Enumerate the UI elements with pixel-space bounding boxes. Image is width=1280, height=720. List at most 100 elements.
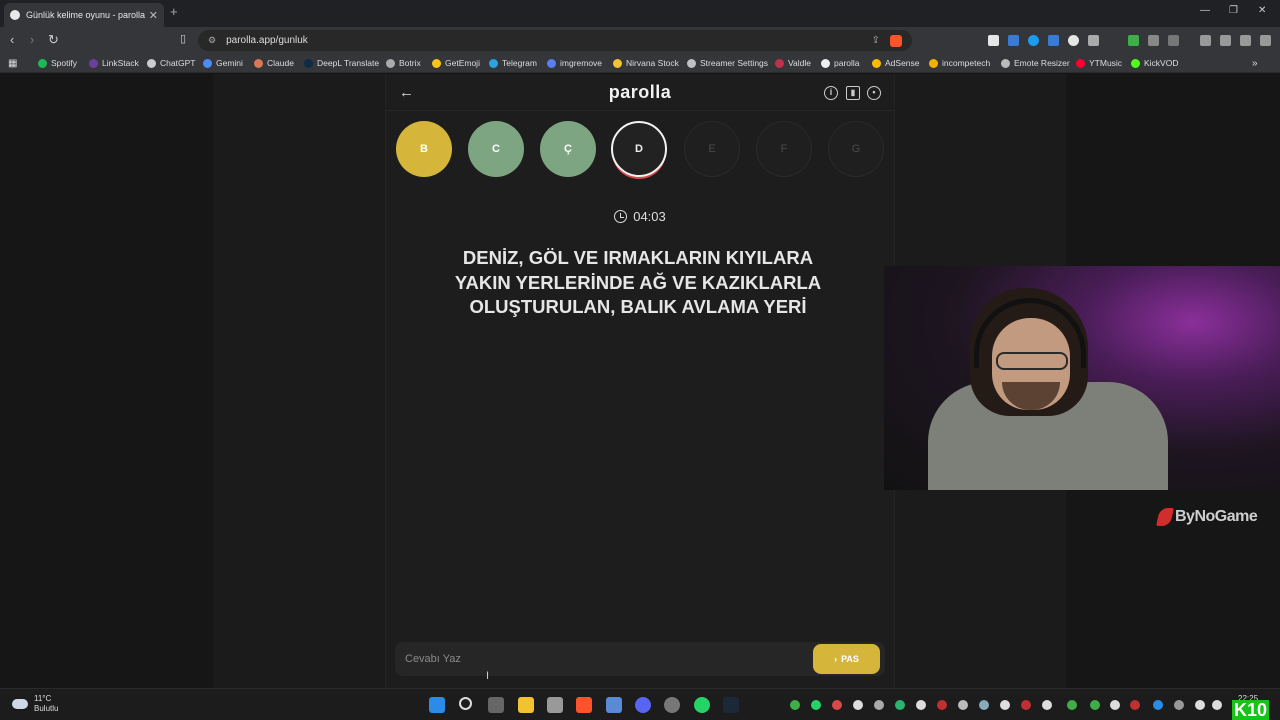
- timer-value: 04:03: [633, 209, 666, 224]
- pass-label: PAS: [841, 654, 859, 664]
- pass-button[interactable]: › PAS: [813, 644, 880, 674]
- share-icon[interactable]: ⇪: [872, 35, 880, 46]
- tray-icon[interactable]: [979, 700, 989, 710]
- brave-shield-icon[interactable]: [890, 34, 902, 47]
- file-explorer-icon[interactable]: [518, 697, 534, 713]
- site-info-icon[interactable]: ⚙: [208, 35, 216, 46]
- minimize-icon[interactable]: —: [1200, 5, 1210, 16]
- translate-extension-icon[interactable]: [1008, 35, 1019, 46]
- network-icon[interactable]: [1195, 700, 1205, 710]
- app-icon[interactable]: [606, 697, 622, 713]
- bluetooth-icon[interactable]: [1153, 700, 1163, 710]
- extension-icon[interactable]: [988, 35, 999, 46]
- bookmark-getemoji[interactable]: GetEmoji: [432, 58, 480, 68]
- tab-close-icon[interactable]: ✕: [149, 9, 158, 22]
- browser-tab[interactable]: Günlük kelime oyunu - parolla - ✕: [4, 3, 164, 27]
- tray-icon[interactable]: [958, 700, 968, 710]
- media-icon[interactable]: [1200, 35, 1211, 46]
- page-viewport: ← parolla i ▮ • B C Ç D E F G 04:03 DENİ…: [0, 74, 1280, 688]
- extension-icon[interactable]: [1128, 35, 1139, 46]
- tray-icon[interactable]: [1090, 700, 1100, 710]
- maximize-icon[interactable]: ❐: [1229, 5, 1238, 16]
- bookmark-linkstack[interactable]: LinkStack: [89, 58, 139, 68]
- tray-icon[interactable]: [811, 700, 821, 710]
- sidebar-icon[interactable]: [1220, 35, 1231, 46]
- camera-extension-icon[interactable]: [1088, 35, 1099, 46]
- discord-icon[interactable]: [635, 697, 651, 713]
- tray-icon[interactable]: [1021, 700, 1031, 710]
- bookmark-parolla[interactable]: parolla: [821, 58, 860, 68]
- address-bar[interactable]: ⚙ parolla.app/gunluk ⇪: [198, 30, 912, 51]
- store-icon[interactable]: [547, 697, 563, 713]
- more-bookmarks-icon[interactable]: »: [1252, 58, 1258, 69]
- reload-icon[interactable]: ↻: [48, 32, 59, 48]
- bookmark-gemini[interactable]: Gemini: [203, 58, 243, 68]
- whatsapp-icon[interactable]: [694, 697, 710, 713]
- tray-icon[interactable]: [1042, 700, 1052, 710]
- extension-icon[interactable]: [1028, 35, 1039, 46]
- bookmark-adsense[interactable]: AdSense: [872, 58, 920, 68]
- extension-icon[interactable]: [1068, 35, 1079, 46]
- brave-icon[interactable]: [576, 697, 592, 713]
- new-tab-button[interactable]: +: [170, 4, 178, 19]
- tray-icon[interactable]: [1000, 700, 1010, 710]
- tray-icon[interactable]: [874, 700, 884, 710]
- stats-icon[interactable]: ▮: [846, 86, 860, 100]
- extension-icon[interactable]: [1048, 35, 1059, 46]
- bookmark-emote-resizer[interactable]: Emote Resizer: [1001, 58, 1070, 68]
- back-arrow-icon[interactable]: ←: [399, 84, 414, 101]
- answer-bar: › PAS: [395, 642, 885, 676]
- forward-nav-icon[interactable]: ›: [30, 32, 34, 47]
- bookmark-nirvana-stock[interactable]: Nirvana Stock: [613, 58, 679, 68]
- sponsor-logo: ByNoGame: [1156, 508, 1258, 526]
- window-close-icon[interactable]: ✕: [1258, 5, 1266, 16]
- bynogame-logo-icon: [1156, 508, 1174, 526]
- bookmark-ytmusic[interactable]: YTMusic: [1076, 58, 1122, 68]
- weather-widget[interactable]: 11°C Bulutlu: [12, 694, 58, 714]
- extensions-puzzle-icon[interactable]: [1148, 35, 1159, 46]
- gemini-icon: [203, 58, 212, 68]
- bookmark-spotify[interactable]: Spotify: [38, 58, 77, 68]
- bookmark-kickvod[interactable]: KickVOD: [1131, 58, 1178, 68]
- tray-icon[interactable]: [937, 700, 947, 710]
- obs-icon[interactable]: [664, 697, 680, 713]
- info-icon[interactable]: i: [824, 86, 838, 100]
- bookmark-telegram[interactable]: Telegram: [489, 58, 537, 68]
- cloud-icon: [12, 699, 28, 709]
- apps-grid-icon[interactable]: ▦: [8, 58, 17, 69]
- bookmark-imgremove[interactable]: imgremove: [547, 58, 602, 68]
- steam-icon[interactable]: [723, 697, 739, 713]
- menu-icon[interactable]: [1260, 35, 1271, 46]
- brand-logo: parolla: [608, 82, 672, 102]
- leo-ai-icon[interactable]: [1240, 35, 1251, 46]
- tray-icon[interactable]: [895, 700, 905, 710]
- bookmark-deepl[interactable]: DeepL Translate: [304, 58, 379, 68]
- bookmarks-bar: ▦ Spotify LinkStack ChatGPT Gemini Claud…: [0, 53, 1280, 73]
- start-icon[interactable]: [429, 697, 445, 713]
- tray-icon[interactable]: [916, 700, 926, 710]
- task-view-icon[interactable]: [488, 697, 504, 713]
- bookmark-incompetech[interactable]: incompetech: [929, 58, 990, 68]
- tray-icon[interactable]: [832, 700, 842, 710]
- deepl-icon: [304, 58, 313, 68]
- extension-icon[interactable]: [1168, 35, 1179, 46]
- profile-icon[interactable]: •: [867, 86, 881, 100]
- tray-icon[interactable]: [1067, 700, 1077, 710]
- tray-icon[interactable]: [1110, 700, 1120, 710]
- bookmark-claude[interactable]: Claude: [254, 58, 294, 68]
- answer-input[interactable]: [395, 642, 805, 676]
- bookmark-botrix[interactable]: Botrix: [386, 58, 421, 68]
- tray-icon[interactable]: [790, 700, 800, 710]
- bookmark-streamer-settings[interactable]: Streamer Settings: [687, 58, 768, 68]
- tray-icon[interactable]: [1130, 700, 1140, 710]
- bookmark-chatgpt[interactable]: ChatGPT: [147, 58, 195, 68]
- volume-icon[interactable]: [1212, 700, 1222, 710]
- question-line: YAKIN YERLERİNDE AĞ VE KAZIKLARLA: [454, 271, 822, 293]
- bookmark-valdle[interactable]: Valdle: [775, 58, 811, 68]
- linkstack-icon: [89, 58, 98, 68]
- microphone-icon[interactable]: [1174, 700, 1184, 710]
- back-nav-icon[interactable]: ‹: [10, 32, 14, 47]
- search-icon[interactable]: [459, 697, 472, 710]
- tray-icon[interactable]: [853, 700, 863, 710]
- bookmark-icon[interactable]: ▯: [180, 32, 186, 45]
